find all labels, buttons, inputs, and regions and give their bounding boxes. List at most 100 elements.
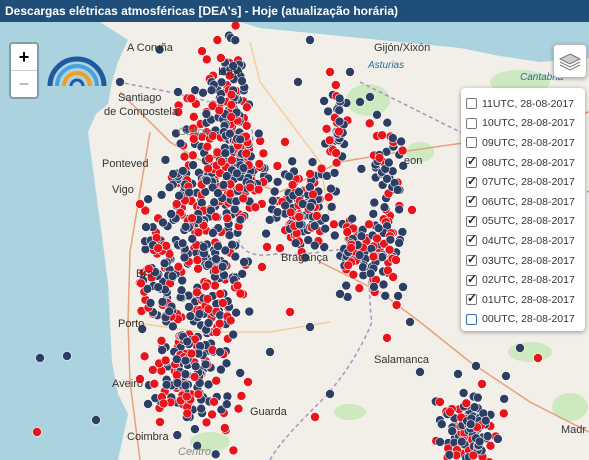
minus-circle-icon[interactable]	[499, 394, 510, 404]
plus-circle-icon[interactable]	[225, 315, 236, 326]
minus-circle-icon[interactable]	[398, 282, 408, 292]
minus-circle-icon[interactable]	[168, 321, 178, 332]
minus-circle-icon[interactable]	[272, 177, 283, 187]
minus-circle-icon[interactable]	[396, 136, 406, 147]
minus-circle-icon[interactable]	[453, 369, 463, 379]
minus-circle-icon[interactable]	[447, 426, 458, 436]
minus-circle-icon[interactable]	[203, 318, 214, 328]
plus-circle-icon[interactable]	[312, 211, 322, 221]
minus-circle-icon[interactable]	[474, 436, 485, 447]
plus-circle-icon[interactable]	[161, 241, 171, 251]
plus-circle-icon[interactable]	[368, 251, 379, 262]
minus-circle-icon[interactable]	[164, 306, 174, 317]
minus-circle-icon[interactable]	[220, 148, 231, 158]
plus-circle-icon[interactable]	[374, 153, 385, 163]
minus-circle-icon[interactable]	[201, 109, 212, 119]
minus-circle-icon[interactable]	[326, 183, 336, 194]
plus-circle-icon[interactable]	[228, 445, 239, 456]
plus-circle-icon[interactable]	[324, 135, 335, 146]
plus-circle-icon[interactable]	[212, 147, 223, 158]
minus-circle-icon[interactable]	[213, 188, 223, 198]
minus-circle-icon[interactable]	[177, 238, 188, 249]
minus-circle-icon[interactable]	[115, 77, 125, 87]
plus-circle-icon[interactable]	[211, 327, 222, 337]
minus-circle-icon[interactable]	[290, 238, 301, 248]
minus-circle-icon[interactable]	[156, 190, 167, 200]
layers-button[interactable]	[553, 44, 587, 78]
minus-circle-icon[interactable]	[190, 424, 200, 434]
zoom-out-button[interactable]: −	[11, 71, 37, 97]
minus-circle-icon[interactable]	[178, 166, 188, 176]
minus-circle-icon[interactable]	[215, 347, 225, 357]
plus-circle-icon[interactable]	[435, 397, 445, 407]
minus-circle-icon[interactable]	[230, 35, 241, 46]
minus-circle-icon[interactable]	[179, 252, 190, 263]
plus-circle-icon[interactable]	[253, 184, 264, 195]
legend-item[interactable]: 05UTC, 28-08-2017	[466, 212, 585, 232]
plus-circle-icon[interactable]	[230, 22, 241, 31]
plus-circle-icon[interactable]	[160, 355, 171, 366]
minus-circle-icon[interactable]	[210, 449, 221, 460]
minus-circle-icon[interactable]	[305, 322, 315, 332]
minus-circle-icon[interactable]	[341, 280, 352, 291]
minus-circle-icon[interactable]	[387, 133, 398, 143]
plus-circle-icon[interactable]	[222, 213, 232, 224]
plus-circle-icon[interactable]	[343, 260, 354, 271]
minus-circle-icon[interactable]	[218, 180, 229, 190]
minus-circle-icon[interactable]	[184, 187, 194, 198]
plus-circle-icon[interactable]	[477, 379, 487, 389]
minus-circle-icon[interactable]	[309, 221, 320, 231]
plus-circle-icon[interactable]	[216, 157, 227, 167]
minus-circle-icon[interactable]	[237, 269, 247, 279]
plus-circle-icon[interactable]	[407, 205, 417, 215]
plus-circle-icon[interactable]	[331, 148, 341, 158]
minus-circle-icon[interactable]	[365, 92, 375, 102]
minus-circle-icon[interactable]	[264, 215, 275, 225]
minus-circle-icon[interactable]	[196, 403, 206, 414]
minus-circle-icon[interactable]	[217, 262, 228, 272]
plus-circle-icon[interactable]	[262, 242, 272, 252]
plus-circle-icon[interactable]	[148, 365, 158, 375]
minus-circle-icon[interactable]	[383, 157, 394, 168]
minus-circle-icon[interactable]	[157, 297, 168, 307]
plus-circle-icon[interactable]	[254, 159, 265, 169]
minus-circle-icon[interactable]	[444, 450, 455, 460]
plus-circle-icon[interactable]	[153, 243, 163, 253]
minus-circle-icon[interactable]	[175, 138, 186, 149]
legend-item[interactable]: 04UTC, 28-08-2017	[466, 231, 585, 251]
minus-circle-icon[interactable]	[305, 202, 316, 212]
plus-circle-icon[interactable]	[242, 102, 252, 112]
plus-circle-icon[interactable]	[310, 412, 320, 422]
plus-circle-icon[interactable]	[193, 264, 203, 274]
plus-circle-icon[interactable]	[308, 189, 318, 200]
plus-circle-icon[interactable]	[187, 213, 197, 223]
plus-circle-icon[interactable]	[200, 281, 211, 292]
minus-circle-icon[interactable]	[160, 155, 171, 165]
minus-circle-icon[interactable]	[515, 343, 525, 353]
plus-circle-icon[interactable]	[233, 403, 244, 414]
minus-circle-icon[interactable]	[456, 436, 467, 447]
plus-circle-icon[interactable]	[236, 391, 247, 401]
minus-circle-icon[interactable]	[379, 202, 390, 212]
minus-circle-icon[interactable]	[172, 378, 183, 388]
plus-circle-icon[interactable]	[189, 112, 199, 122]
minus-circle-icon[interactable]	[174, 190, 184, 201]
plus-circle-icon[interactable]	[171, 199, 182, 209]
legend-checkbox[interactable]	[466, 313, 477, 325]
minus-circle-icon[interactable]	[213, 241, 223, 251]
minus-circle-icon[interactable]	[287, 156, 298, 167]
minus-circle-icon[interactable]	[458, 388, 469, 398]
minus-circle-icon[interactable]	[269, 186, 280, 197]
minus-circle-icon[interactable]	[235, 368, 245, 378]
minus-circle-icon[interactable]	[143, 194, 153, 204]
plus-circle-icon[interactable]	[258, 148, 269, 159]
minus-circle-icon[interactable]	[480, 415, 491, 426]
plus-circle-icon[interactable]	[250, 202, 261, 213]
minus-circle-icon[interactable]	[378, 279, 389, 290]
plus-circle-icon[interactable]	[321, 124, 332, 134]
minus-circle-icon[interactable]	[385, 234, 396, 245]
plus-circle-icon[interactable]	[241, 148, 251, 159]
plus-circle-icon[interactable]	[257, 262, 267, 272]
minus-circle-icon[interactable]	[208, 228, 218, 238]
minus-circle-icon[interactable]	[197, 198, 207, 208]
